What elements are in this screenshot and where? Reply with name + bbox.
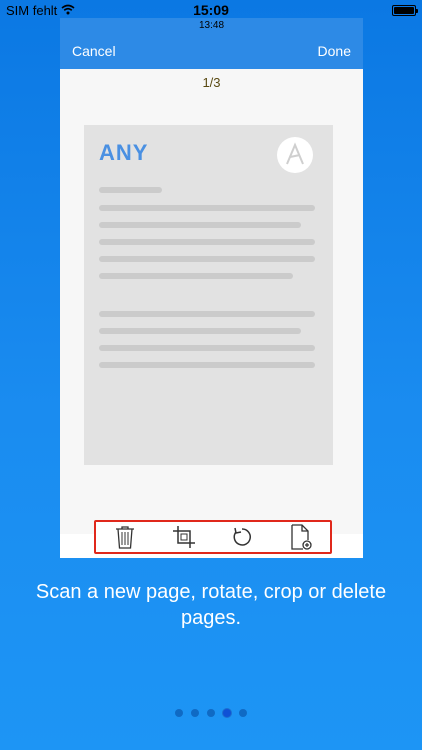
page-indicator (0, 709, 422, 717)
cancel-button[interactable]: Cancel (72, 43, 116, 59)
document-logo-text: ANY (99, 140, 149, 165)
onboarding-caption: Scan a new page, rotate, crop or delete … (35, 581, 387, 629)
done-button[interactable]: Done (318, 43, 351, 59)
text-line (99, 345, 315, 351)
phone-frame: 13:48 Cancel Done 1/3 ANY (60, 18, 363, 558)
page-dot[interactable] (239, 709, 247, 717)
document-viewer: 1/3 ANY (60, 69, 363, 534)
trash-icon[interactable] (111, 523, 139, 551)
page-counter: 1/3 (202, 75, 221, 90)
battery-icon (392, 4, 418, 16)
status-bar: SIM fehlt 15:09 (0, 0, 422, 20)
page-dot[interactable] (175, 709, 183, 717)
page-dot[interactable] (191, 709, 199, 717)
inner-status-time: 13:48 (60, 18, 363, 33)
text-line (99, 311, 315, 317)
navbar: Cancel Done (60, 33, 363, 69)
status-time: 15:09 (193, 2, 229, 18)
text-line (99, 205, 315, 211)
text-line (99, 222, 301, 228)
page-dot[interactable] (207, 709, 215, 717)
rotate-icon[interactable] (228, 523, 256, 551)
text-line (99, 239, 315, 245)
crop-icon[interactable] (170, 523, 198, 551)
document-page[interactable]: ANY (84, 125, 333, 465)
add-page-icon[interactable] (287, 523, 315, 551)
page-dot-active[interactable] (223, 709, 231, 717)
text-line (99, 256, 315, 262)
text-line (99, 362, 315, 368)
text-line (99, 187, 162, 193)
app-logo-icon (277, 137, 313, 173)
edit-toolbar (94, 520, 332, 554)
text-line (99, 328, 301, 334)
text-line (99, 273, 293, 279)
